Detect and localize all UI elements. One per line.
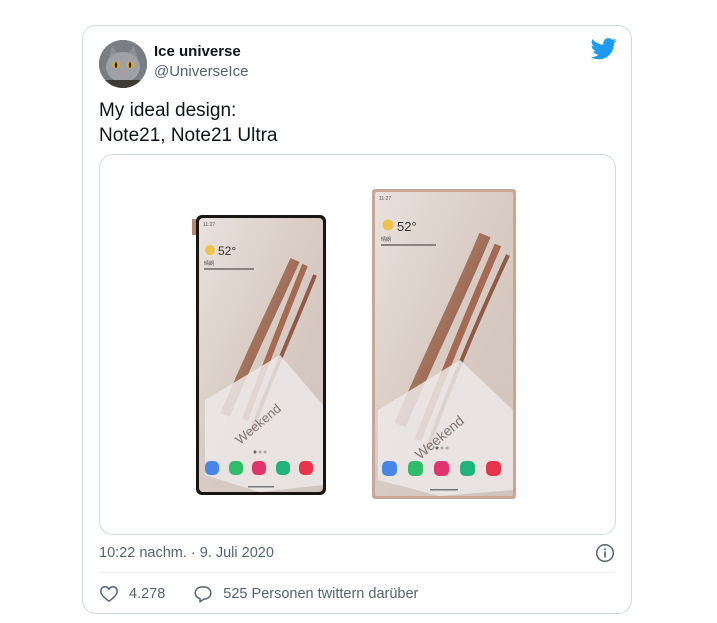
info-icon[interactable] — [595, 543, 615, 563]
phone2-weather-caption: 晴朗 — [381, 236, 391, 243]
like-button[interactable]: 4.278 — [99, 584, 165, 604]
tweet-actions: 4.278 525 Personen twittern darüber — [99, 584, 418, 604]
phone1-time: 11:27 — [203, 222, 215, 228]
phone1-weather-caption: 晴朗 — [204, 260, 214, 267]
phone2-temperature: 52° — [397, 219, 417, 234]
phone-note21-ultra: Weekend 11:27 52° 晴朗 — [372, 189, 516, 499]
twitter-bird-icon[interactable] — [591, 38, 617, 60]
speech-bubble-icon — [194, 586, 212, 603]
author-handle[interactable]: @UniverseIce — [154, 63, 248, 80]
tweet-timestamp[interactable]: 10:22 nachm. · 9. Juli 2020 — [99, 545, 274, 561]
tweet-card[interactable]: Ice universe @UniverseIce My ideal desig… — [82, 25, 632, 614]
heart-icon — [100, 586, 118, 603]
author-name[interactable]: Ice universe — [154, 43, 241, 60]
retweets-link[interactable]: 525 Personen twittern darüber — [193, 584, 418, 604]
phone2-time: 11:27 — [379, 196, 391, 202]
avatar[interactable] — [99, 40, 147, 88]
phone-render-image: Weekend 11:27 52° 晴朗 Weekend 11:27 52° 晴… — [192, 189, 516, 499]
retweet-summary: 525 Personen twittern darüber — [223, 586, 419, 602]
avatar-cat-image — [99, 40, 147, 88]
like-count: 4.278 — [129, 586, 166, 602]
phone-note21: Weekend 11:27 52° 晴朗 — [192, 215, 326, 495]
phone1-temperature: 52° — [218, 244, 236, 258]
tweet-media[interactable]: Weekend 11:27 52° 晴朗 Weekend 11:27 52° 晴… — [99, 154, 616, 535]
divider — [99, 572, 615, 573]
tweet-text: My ideal design: Note21, Note21 Ultra — [99, 100, 278, 146]
